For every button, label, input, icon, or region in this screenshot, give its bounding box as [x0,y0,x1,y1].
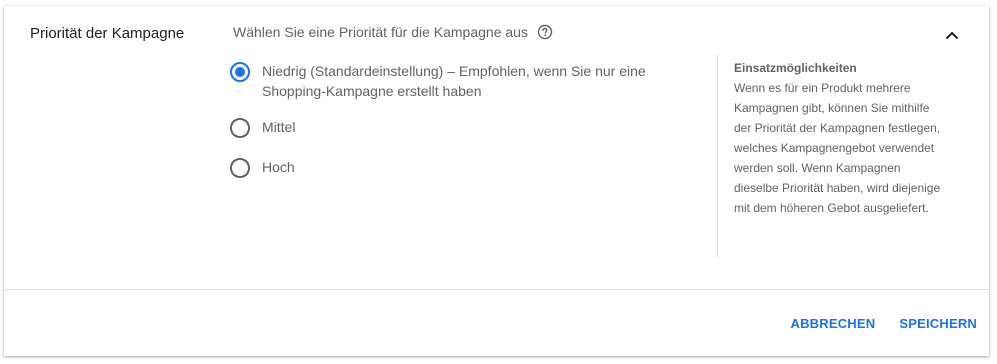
priority-option-low[interactable]: Niedrig (Standardeinstellung) – Empfohle… [230,61,682,101]
section-title: Priorität der Kampagne [30,25,185,42]
help-circle-icon[interactable] [537,24,553,40]
radio-high[interactable] [230,158,250,178]
radio-low[interactable] [230,62,250,82]
priority-prompt: Wählen Sie eine Priorität für die Kampag… [233,22,553,42]
footer-divider [4,289,989,290]
option-label-low: Niedrig (Standardeinstellung) – Empfohle… [262,63,646,99]
info-divider [717,54,718,258]
chevron-up-icon [945,31,959,39]
info-body: Wenn es für ein Produkt mehrere Kampagne… [734,81,941,215]
cancel-button[interactable]: ABBRECHEN [790,314,875,334]
prompt-text: Wählen Sie eine Priorität für die Kampag… [233,24,528,40]
collapse-button[interactable] [939,22,965,48]
option-label-high: Hoch [262,159,295,175]
campaign-priority-panel: Priorität der Kampagne Wählen Sie eine P… [4,6,989,356]
info-title: Einsatzmöglichkeiten [734,61,857,75]
radio-medium[interactable] [230,118,250,138]
info-panel: Einsatzmöglichkeiten Wenn es für ein Pro… [734,58,944,218]
priority-option-medium[interactable]: Mittel [230,117,682,138]
priority-option-high[interactable]: Hoch [230,157,682,178]
save-button[interactable]: SPEICHERN [899,314,977,334]
action-bar: ABBRECHEN SPEICHERN [790,314,977,334]
option-label-medium: Mittel [262,119,296,135]
